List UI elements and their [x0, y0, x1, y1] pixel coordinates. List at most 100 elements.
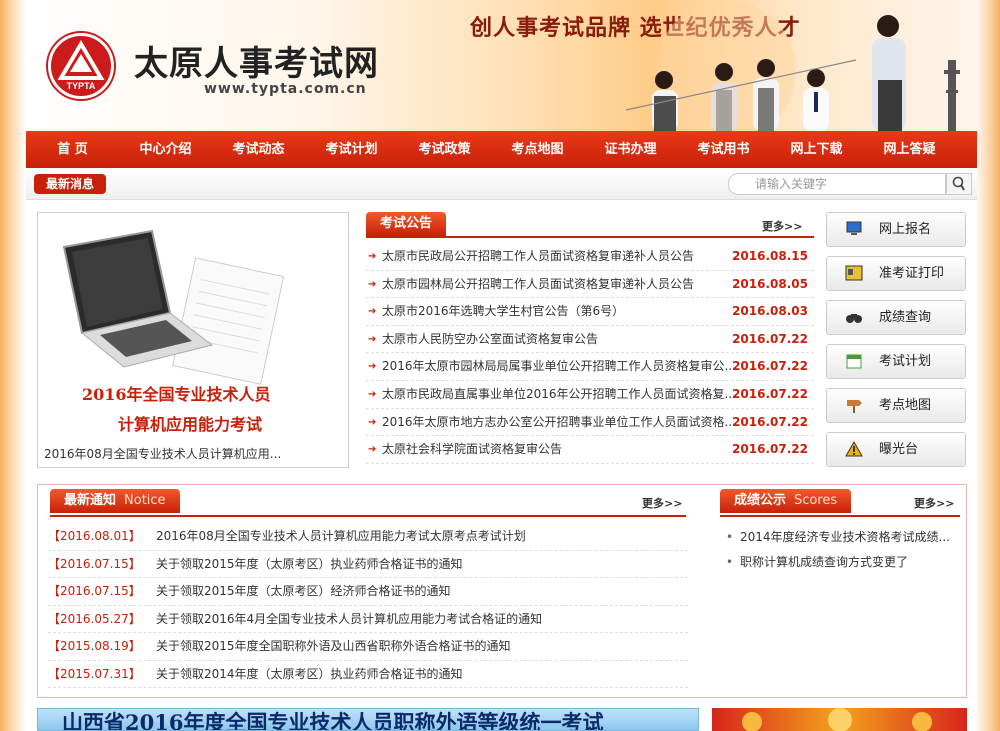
- main-nav: 首 页 中心介绍 考试动态 考试计划 考试政策 考点地图 证书办理 考试用书 网…: [26, 131, 977, 168]
- list-item[interactable]: 【2016.08.01】 2016年08月全国专业技术人员计算机应用能力考试太原考…: [48, 523, 688, 551]
- announcement-title[interactable]: 太原市2016年选聘大学生村官公告（第6号）: [382, 298, 744, 325]
- nav-certificate[interactable]: 证书办理: [584, 131, 677, 168]
- exam-plan-button[interactable]: 考试计划: [826, 344, 966, 379]
- announcement-title[interactable]: 太原市民政局公开招聘工作人员面试资格复审递补人员公告: [382, 243, 744, 270]
- online-registration-button[interactable]: 网上报名: [826, 212, 966, 247]
- announcement-date: 2016.07.22: [732, 359, 808, 374]
- site-title[interactable]: 太原人事考试网: [134, 36, 379, 85]
- exam-map-button[interactable]: 考点地图: [826, 388, 966, 423]
- list-item[interactable]: ➔ 太原市民政局公开招聘工作人员面试资格复审递补人员公告 2016.08.15: [366, 243, 814, 271]
- list-item[interactable]: ➔ 太原社会科学院面试资格复审公告 2016.07.22: [366, 436, 814, 464]
- list-item[interactable]: ➔ 太原市园林局公开招聘工作人员面试资格复审递补人员公告 2016.08.05: [366, 271, 814, 299]
- featured-title-line2: 计算机应用能力考试: [118, 415, 263, 434]
- search-input[interactable]: 请输入关键字: [728, 173, 946, 195]
- list-item[interactable]: ➔ 2016年太原市地方志办公室公开招聘事业单位工作人员面试资格... 2016.0…: [366, 409, 814, 437]
- announcement-date: 2016.08.05: [732, 276, 808, 291]
- list-item[interactable]: 职称计算机成绩查询方式变更了: [720, 550, 960, 575]
- header-people-image: [625, 0, 960, 131]
- exposure-board-button[interactable]: 曝光台: [826, 432, 966, 467]
- list-item[interactable]: ➔ 太原市人民防空办公室面试资格复审公告 2016.07.22: [366, 326, 814, 354]
- notice-title[interactable]: 关于领取2016年4月全国专业技术人员计算机应用能力考试合格证的通知: [156, 612, 542, 626]
- arrow-icon: ➔: [368, 361, 377, 373]
- announcement-title[interactable]: 太原市园林局公开招聘工作人员面试资格复审递补人员公告: [382, 271, 744, 298]
- calendar-icon: [846, 354, 862, 369]
- admission-ticket-button[interactable]: 准考证打印: [826, 256, 966, 291]
- notice-title[interactable]: 关于领取2015年度（太原考区）执业药师合格证书的通知: [156, 557, 463, 571]
- exam-announcements-title[interactable]: 考试公告: [366, 212, 447, 236]
- latest-notice-more-link[interactable]: 更多>>: [642, 495, 682, 511]
- tab-divider: [50, 515, 686, 517]
- nav-downloads[interactable]: 网上下载: [770, 131, 863, 168]
- quick-link-label: 成绩查询: [879, 310, 932, 325]
- arrow-icon: ➔: [368, 278, 377, 290]
- latest-notice-title-cn: 最新通知: [64, 493, 117, 508]
- list-item[interactable]: 【2015.08.19】 关于领取2015年度全国职称外语及山西省职称外语合格证书…: [48, 633, 688, 661]
- latest-notice-title[interactable]: 最新通知 Notice: [50, 489, 180, 513]
- quick-links: 网上报名 准考证打印 成绩查询 考试计划 考点地图 曝光台: [826, 212, 966, 476]
- announcement-date: 2016.08.03: [732, 304, 808, 319]
- notice-title[interactable]: 2016年08月全国专业技术人员计算机应用能力考试太原考点考试计划: [156, 529, 526, 543]
- announcement-title[interactable]: 太原市民政局直属事业单位2016年公开招聘工作人员面试资格复...: [382, 381, 744, 408]
- featured-image[interactable]: 2016年全国专业技术人员 计算机应用能力考试: [42, 217, 344, 437]
- notice-title[interactable]: 关于领取2014年度（太原考区）执业药师合格证书的通知: [156, 667, 463, 681]
- latest-notice-list: 【2016.08.01】 2016年08月全国专业技术人员计算机应用能力考试太原考…: [48, 523, 688, 688]
- announcement-date: 2016.07.22: [732, 414, 808, 429]
- notice-date: 【2016.05.27】: [48, 611, 141, 626]
- announcements-more-link[interactable]: 更多>>: [762, 218, 802, 234]
- notice-date: 【2016.08.01】: [48, 529, 141, 543]
- notice-title[interactable]: 关于领取2015年度全国职称外语及山西省职称外语合格证书的通知: [156, 639, 511, 653]
- nav-about[interactable]: 中心介绍: [119, 131, 212, 168]
- announcement-list: ➔ 太原市民政局公开招聘工作人员面试资格复审递补人员公告 2016.08.15 ➔ 太…: [366, 243, 814, 464]
- tab-divider: [720, 515, 960, 517]
- foreign-language-exam-banner[interactable]: 山西省2016年度全国专业技术人员职称外语等级统一考试: [37, 708, 699, 731]
- scores-list: 2014年度经济专业技术资格考试成绩... 职称计算机成绩查询方式变更了: [720, 525, 960, 575]
- arrow-icon: ➔: [368, 333, 377, 345]
- list-item[interactable]: 【2016.07.15】 关于领取2015年度（太原考区）经济师合格证书的通知: [48, 578, 688, 606]
- exam-announcements: 考试公告 更多>> ➔ 太原市民政局公开招聘工作人员面试资格复审递补人员公告 201…: [366, 212, 814, 468]
- latest-notice-title-en: Notice: [124, 493, 166, 508]
- nav-qa[interactable]: 网上答疑: [863, 131, 956, 168]
- nav-home[interactable]: 首 页: [26, 131, 119, 168]
- typta-logo-icon[interactable]: TYPTA: [48, 33, 114, 99]
- latest-notice: 最新通知 Notice 更多>> 【2016.08.01】 2016年08月全国专业…: [38, 485, 688, 695]
- banner-text: 山西省2016年度全国专业技术人员职称外语等级统一考试: [62, 710, 604, 731]
- featured-caption[interactable]: 2016年08月全国专业技术人员计算机应用...: [44, 445, 340, 462]
- notice-title[interactable]: 关于领取2015年度（太原考区）经济师合格证书的通知: [156, 584, 451, 598]
- search-button[interactable]: [946, 173, 972, 195]
- arrow-icon: ➔: [368, 306, 377, 318]
- arrow-icon: ➔: [368, 388, 377, 400]
- announcement-title[interactable]: 太原市人民防空办公室面试资格复审公告: [382, 326, 744, 353]
- quick-link-label: 曝光台: [879, 442, 919, 457]
- nav-exam-map[interactable]: 考点地图: [491, 131, 584, 168]
- scores-title[interactable]: 成绩公示 Scores: [720, 489, 852, 513]
- featured-news[interactable]: 2016年全国专业技术人员 计算机应用能力考试 2016年08月全国专业技术人员…: [37, 212, 349, 468]
- id-card-icon: [845, 265, 863, 281]
- site-header: TYPTA 太原人事考试网 www.typta.com.cn 创人事考试品牌 选…: [26, 0, 977, 131]
- announcement-title[interactable]: 太原社会科学院面试资格复审公告: [382, 436, 744, 463]
- nav-exam-books[interactable]: 考试用书: [677, 131, 770, 168]
- score-query-button[interactable]: 成绩查询: [826, 300, 966, 335]
- list-item[interactable]: ➔ 2016年太原市园林局局属事业单位公开招聘工作人员资格复审公... 2016.0…: [366, 353, 814, 381]
- announcement-date: 2016.07.22: [732, 442, 808, 457]
- list-item[interactable]: ➔ 太原市2016年选聘大学生村官公告（第6号） 2016.08.03: [366, 298, 814, 326]
- scores-more-link[interactable]: 更多>>: [914, 495, 954, 511]
- announcement-title[interactable]: 2016年太原市地方志办公室公开招聘事业单位工作人员面试资格...: [382, 409, 744, 436]
- list-item[interactable]: 【2016.07.15】 关于领取2015年度（太原考区）执业药师合格证书的通知: [48, 551, 688, 578]
- nav-exam-policy[interactable]: 考试政策: [398, 131, 491, 168]
- search-icon: [952, 176, 965, 191]
- list-item[interactable]: 【2016.05.27】 关于领取2016年4月全国专业技术人员计算机应用能力考试…: [48, 606, 688, 633]
- nav-exam-news[interactable]: 考试动态: [212, 131, 305, 168]
- promo-banner[interactable]: [712, 708, 967, 731]
- nav-exam-plan[interactable]: 考试计划: [305, 131, 398, 168]
- latest-news-label: 最新消息: [34, 174, 106, 194]
- list-item[interactable]: 【2015.07.31】 关于领取2014年度（太原考区）执业药师合格证书的通知: [48, 661, 688, 688]
- warning-icon: [845, 441, 863, 457]
- notice-date: 【2016.07.15】: [48, 584, 141, 598]
- list-item[interactable]: ➔ 太原市民政局直属事业单位2016年公开招聘工作人员面试资格复... 2016.0…: [366, 381, 814, 409]
- announcement-title[interactable]: 2016年太原市园林局局属事业单位公开招聘工作人员资格复审公...: [382, 353, 744, 380]
- list-item[interactable]: 2014年度经济专业技术资格考试成绩...: [720, 525, 960, 550]
- arrow-icon: ➔: [368, 251, 377, 262]
- arrow-icon: ➔: [368, 416, 377, 428]
- tab-divider: [366, 236, 814, 238]
- quick-link-label: 考试计划: [879, 354, 932, 369]
